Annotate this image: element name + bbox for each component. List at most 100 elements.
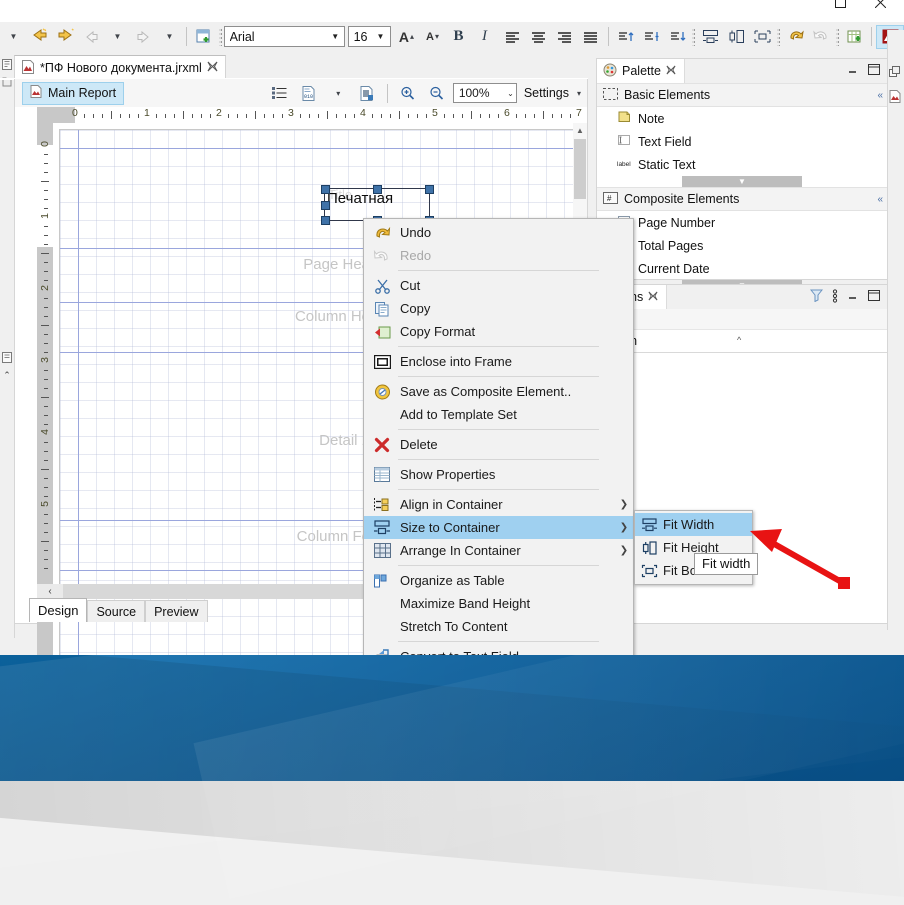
context-menu-item-organize-as-table[interactable]: Organize as Table: [364, 569, 633, 592]
context-menu-item-arrange-in-container[interactable]: Arrange In Container ❯: [364, 539, 633, 562]
context-menu-item-add-to-template-set[interactable]: Add to Template Set: [364, 403, 633, 426]
undo-arrow-icon[interactable]: [26, 25, 52, 49]
context-menu-item-size-to-container[interactable]: Size to Container ❯: [364, 516, 633, 539]
submenu-item-fit-width[interactable]: Fit Width: [635, 513, 752, 536]
back-nav-icon[interactable]: [78, 25, 104, 49]
no-icon: [364, 403, 400, 426]
forward-nav-caret[interactable]: ▼: [156, 25, 182, 49]
font-family-combo[interactable]: Arial ▼: [223, 26, 346, 47]
redo-icon[interactable]: [808, 25, 834, 49]
close-icon[interactable]: [207, 61, 218, 75]
horizontal-ruler: 0 1 2 3 4 5 6 7: [37, 107, 587, 123]
context-menu-item-enclose-into-frame[interactable]: Enclose into Frame: [364, 350, 633, 373]
resize-handle-nw[interactable]: [321, 185, 330, 194]
resize-handle-sw[interactable]: [321, 216, 330, 225]
palette-item-text-field[interactable]: Text Field: [597, 130, 887, 153]
valign-bottom-icon[interactable]: [664, 25, 690, 49]
fields-caret[interactable]: ▾: [325, 81, 351, 105]
bands-icon[interactable]: [267, 81, 293, 105]
minimize-view-button[interactable]: [847, 65, 859, 78]
scroll-up-arrow[interactable]: ▲: [573, 123, 587, 137]
back-nav-caret[interactable]: ▼: [104, 25, 130, 49]
maximize-button[interactable]: [820, 0, 860, 13]
toolbar-overflow-caret[interactable]: ▼: [0, 25, 26, 49]
align-justify-icon[interactable]: [578, 25, 604, 49]
report-outline-icon[interactable]: [888, 84, 902, 108]
zoom-out-icon[interactable]: [424, 81, 450, 105]
font-size-combo[interactable]: 16 ▼: [347, 26, 391, 47]
palette-group-composite-elements[interactable]: # Composite Elements «: [597, 187, 887, 211]
fit-both-icon[interactable]: [749, 25, 775, 49]
chevron-up-icon[interactable]: ⌃: [0, 366, 14, 384]
tab-design[interactable]: Design: [29, 598, 88, 622]
tab-palette[interactable]: Palette: [597, 59, 685, 83]
selected-static-text-element[interactable]: Title Печатная: [321, 185, 434, 225]
maximize-view-button[interactable]: [868, 290, 880, 304]
settings-menu[interactable]: Settings ▾: [524, 86, 581, 100]
collapse-left-button[interactable]: ‹: [37, 584, 63, 599]
context-menu-item-maximize-band-height[interactable]: Maximize Band Height: [364, 592, 633, 615]
context-menu-item-convert-to-text-field[interactable]: Convert to Text Field: [364, 645, 633, 655]
italic-button[interactable]: I: [472, 25, 498, 49]
forward-nav-icon[interactable]: [130, 25, 156, 49]
minimize-view-button[interactable]: [847, 291, 859, 304]
tab-preview[interactable]: Preview: [145, 600, 208, 622]
new-report-icon[interactable]: [191, 25, 217, 49]
view-menu-icon[interactable]: [832, 288, 838, 306]
context-menu[interactable]: Undo Redo Cut Copy Copy Format Enclose into F…: [363, 218, 634, 655]
context-menu-item-stretch-to-content[interactable]: Stretch To Content: [364, 615, 633, 638]
resize-handle-ne[interactable]: [373, 185, 382, 194]
project-explorer-icon[interactable]: [0, 73, 14, 91]
context-menu-item-label: Copy Format: [400, 324, 476, 339]
context-menu-item-copy[interactable]: Copy: [364, 297, 633, 320]
fit-height-icon[interactable]: [723, 25, 749, 49]
align-center-icon[interactable]: [526, 25, 552, 49]
collapse-group-icon[interactable]: «: [877, 194, 882, 205]
palette-item-total-pages[interactable]: Total Pages: [597, 234, 887, 257]
new-table-icon[interactable]: [841, 25, 867, 49]
outline-view-icon[interactable]: [0, 55, 14, 73]
bold-button[interactable]: B: [446, 25, 472, 49]
align-left-icon[interactable]: [500, 25, 526, 49]
undo-icon[interactable]: [782, 25, 808, 49]
editor-tab-jrxml[interactable]: *ПФ Нового документа.jrxml: [14, 55, 226, 80]
decrease-font-size-button[interactable]: A ▾: [420, 25, 446, 49]
increase-font-size-button[interactable]: A ▴: [394, 25, 420, 49]
resize-handle-e[interactable]: [425, 185, 434, 194]
main-report-button[interactable]: Main Report: [22, 81, 125, 105]
zoom-in-icon[interactable]: [395, 81, 421, 105]
context-menu-item-show-properties[interactable]: Show Properties: [364, 463, 633, 486]
palette-item-static-text[interactable]: label Static Text: [597, 153, 887, 176]
palette-group-basic-elements[interactable]: Basic Elements «: [597, 83, 887, 107]
context-menu-item-undo[interactable]: Undo: [364, 221, 633, 244]
context-menu-item-align-in-container[interactable]: Align in Container ❯: [364, 493, 633, 516]
vertical-scroll-thumb[interactable]: [574, 139, 586, 199]
tab-source[interactable]: Source: [87, 600, 146, 622]
context-menu-item-copy-format[interactable]: Copy Format: [364, 320, 633, 343]
valign-middle-icon[interactable]: [638, 25, 664, 49]
filter-icon[interactable]: [809, 289, 824, 305]
palette-item-current-date[interactable]: Current Date: [597, 257, 887, 280]
redo-arrow-icon[interactable]: [52, 25, 78, 49]
collapse-group-icon[interactable]: «: [877, 90, 882, 101]
maximize-view-button[interactable]: [868, 64, 880, 78]
context-menu-item-delete[interactable]: Delete: [364, 433, 633, 456]
align-right-icon[interactable]: [552, 25, 578, 49]
context-menu-item-cut[interactable]: Cut: [364, 274, 633, 297]
dataset-icon[interactable]: [354, 81, 380, 105]
repository-view-icon[interactable]: [0, 348, 14, 366]
valign-top-icon[interactable]: [612, 25, 638, 49]
close-icon[interactable]: [648, 290, 658, 304]
fit-width-icon[interactable]: [697, 25, 723, 49]
restore-views-icon[interactable]: [888, 60, 902, 84]
palette-scroll-down-basic[interactable]: ▼: [597, 176, 887, 187]
problems-column-header[interactable]: ription ^: [597, 330, 887, 353]
palette-item-note[interactable]: Note: [597, 107, 887, 130]
zoom-level-combo[interactable]: 100% ⌄: [452, 83, 517, 103]
fields-icon[interactable]: 010: [296, 81, 322, 105]
resize-handle-w[interactable]: [321, 201, 330, 210]
palette-item-page-number[interactable]: # Page Number: [597, 211, 887, 234]
context-menu-item-save-as-composite-element[interactable]: Save as Composite Element..: [364, 380, 633, 403]
close-button[interactable]: [860, 0, 900, 13]
close-icon[interactable]: [666, 64, 676, 78]
